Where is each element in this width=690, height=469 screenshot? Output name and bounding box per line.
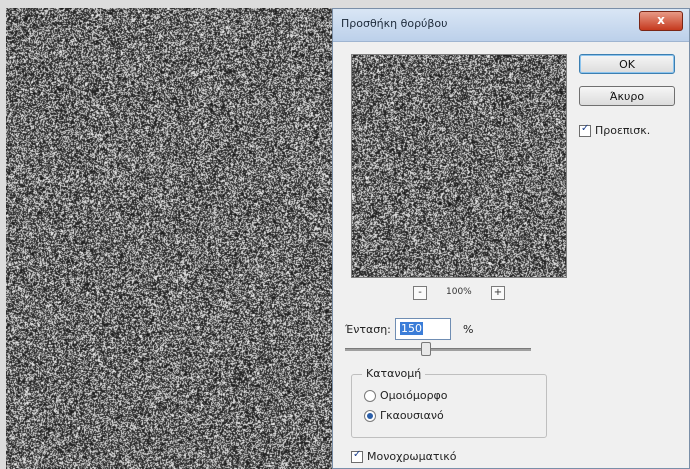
zoom-in-button[interactable]: +	[491, 286, 505, 300]
intensity-slider-thumb[interactable]	[421, 342, 431, 356]
ok-button[interactable]: OK	[579, 54, 675, 74]
uniform-label: Ομοιόμορφο	[380, 389, 448, 402]
checkmark-icon: ✓	[581, 123, 589, 134]
gaussian-radio[interactable]	[364, 410, 376, 422]
zoom-level: 100%	[446, 287, 472, 297]
monochrome-checkbox[interactable]: ✓	[351, 451, 363, 463]
dialog-title: Προσθήκη θορύβου	[341, 17, 448, 30]
dialog-titlebar[interactable]: Προσθήκη θορύβου x	[333, 9, 689, 42]
noise-image-canvas[interactable]	[6, 8, 342, 469]
gaussian-label: Γκαουσιανό	[380, 409, 444, 422]
close-icon: x	[657, 13, 665, 27]
noise-image	[6, 8, 342, 469]
intensity-label: Ένταση:	[345, 323, 391, 336]
monochrome-checkbox-row[interactable]: ✓ Μονοχρωματικό	[351, 450, 456, 463]
zoom-in-icon: +	[494, 287, 502, 298]
zoom-out-icon: -	[418, 287, 422, 298]
cancel-button[interactable]: Άκυρο	[579, 86, 675, 106]
dialog-body: - 100% + OK Άκυρο ✓ Προεπισκ. Ένταση: 15…	[333, 42, 689, 468]
intensity-slider-track[interactable]	[345, 348, 531, 351]
preview-label: Προεπισκ.	[595, 124, 650, 137]
intensity-unit: %	[463, 323, 473, 336]
close-button[interactable]: x	[639, 11, 683, 31]
preview-pane[interactable]	[351, 54, 567, 278]
preview-checkbox[interactable]: ✓	[579, 125, 591, 137]
monochrome-label: Μονοχρωματικό	[367, 450, 456, 463]
add-noise-dialog: Προσθήκη θορύβου x - 100% + OK Άκυρο ✓ Π…	[332, 8, 690, 469]
uniform-radio[interactable]	[364, 390, 376, 402]
distribution-group: Κατανομή Ομοιόμορφο Γκαουσιανό	[351, 374, 547, 438]
intensity-input[interactable]: 150	[395, 318, 451, 340]
gaussian-option[interactable]: Γκαουσιανό	[364, 409, 444, 422]
checkmark-icon: ✓	[353, 449, 361, 460]
uniform-option[interactable]: Ομοιόμορφο	[364, 389, 448, 402]
distribution-legend: Κατανομή	[362, 367, 425, 380]
preview-checkbox-row[interactable]: ✓ Προεπισκ.	[579, 124, 650, 137]
preview-image	[352, 55, 566, 277]
zoom-out-button[interactable]: -	[413, 286, 427, 300]
intensity-value: 150	[400, 322, 423, 335]
